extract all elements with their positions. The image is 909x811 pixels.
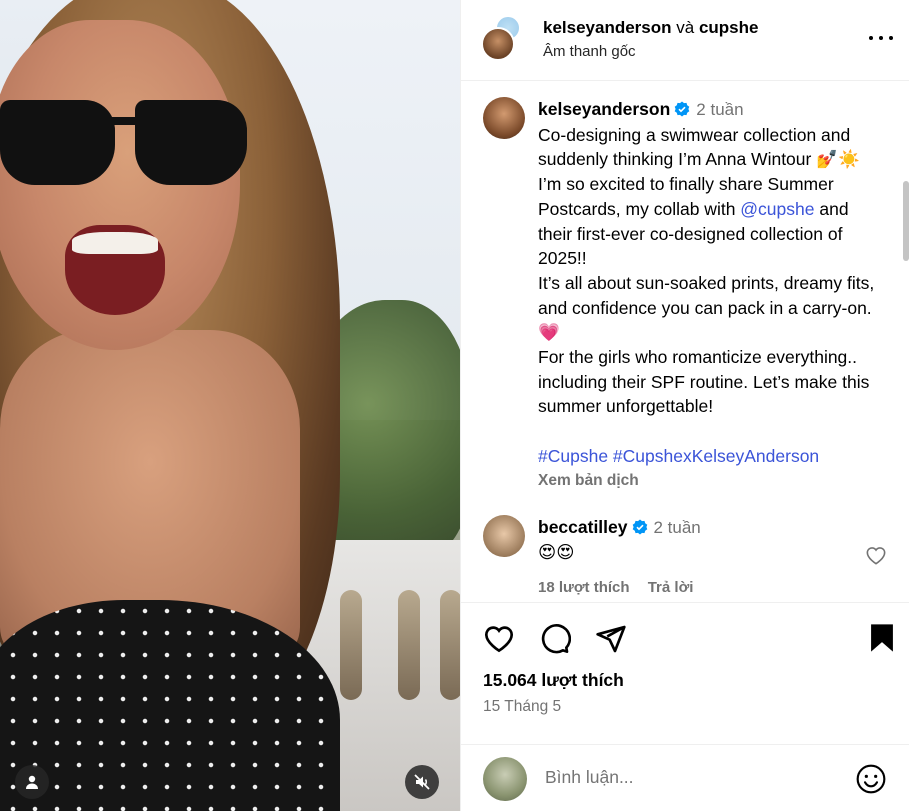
bookmark-icon[interactable] xyxy=(868,623,896,653)
baluster xyxy=(440,590,460,700)
caption-text: Co-designing a swimwear collection and s… xyxy=(538,124,860,269)
more-options-button[interactable] xyxy=(869,28,893,48)
verified-icon xyxy=(632,519,647,535)
comment-composer xyxy=(461,744,909,811)
reply-button[interactable]: Trả lời xyxy=(648,579,694,596)
hashtags-link[interactable]: #Cupshe #CupshexKelseyAnderson xyxy=(538,444,887,469)
caption-username[interactable]: kelseyanderson xyxy=(538,99,670,119)
mute-icon xyxy=(414,774,430,790)
comment-item: beccatilley 2 tuần 😍😍 18 lượt thích Trả l… xyxy=(483,515,887,600)
baluster xyxy=(398,590,420,700)
post-actions: 15.064 lượt thích 15 Tháng 5 xyxy=(461,602,909,744)
caption-time[interactable]: 2 tuần xyxy=(696,100,743,119)
see-translation-link[interactable]: Xem bản dịch xyxy=(538,469,887,494)
heart-icon[interactable] xyxy=(483,623,515,653)
avatar[interactable] xyxy=(483,515,525,557)
avatar xyxy=(483,757,527,801)
comment-username[interactable]: beccatilley xyxy=(538,517,628,537)
post-details-panel: kelseyanderson và cupshe Âm thanh gốc ke… xyxy=(460,0,909,811)
comments-scroll-area[interactable]: kelseyanderson 2 tuần Co-designing a swim… xyxy=(461,81,909,602)
verified-icon xyxy=(674,101,690,117)
comment-time[interactable]: 2 tuần xyxy=(654,518,701,537)
comment-icon[interactable] xyxy=(539,623,571,655)
avatar xyxy=(481,27,515,61)
comment-likes[interactable]: 18 lượt thích xyxy=(538,579,630,596)
avatar[interactable] xyxy=(483,97,525,139)
likes-count[interactable]: 15.064 lượt thích xyxy=(483,670,624,691)
user-tag-icon xyxy=(26,775,38,789)
post-media[interactable] xyxy=(0,0,460,811)
share-icon[interactable] xyxy=(595,623,627,655)
caption-text-3: For the girls who romanticize everything… xyxy=(538,347,870,417)
comment-text: 😍😍 xyxy=(538,542,575,562)
mention-link[interactable]: @cupshe xyxy=(740,199,814,219)
header-username-2[interactable]: cupshe xyxy=(699,18,759,37)
header-title: kelseyanderson và cupshe xyxy=(543,18,758,38)
person-teeth xyxy=(72,232,158,254)
caption-text-2: It’s all about sun-soaked prints, dreamy… xyxy=(538,272,875,343)
scrollbar[interactable] xyxy=(903,181,909,261)
baluster xyxy=(340,590,362,700)
header-conjunction: và xyxy=(676,18,695,37)
audio-label[interactable]: Âm thanh gốc xyxy=(543,43,636,60)
collab-avatars[interactable] xyxy=(481,15,521,63)
comment-input[interactable] xyxy=(545,767,845,788)
user-tag-button[interactable] xyxy=(15,765,49,799)
post-header: kelseyanderson và cupshe Âm thanh gốc xyxy=(461,0,909,81)
header-username-1[interactable]: kelseyanderson xyxy=(543,18,672,37)
more-icon xyxy=(869,36,873,40)
post-date[interactable]: 15 Tháng 5 xyxy=(483,698,561,716)
caption: kelseyanderson 2 tuần Co-designing a swim… xyxy=(483,97,887,493)
mute-button[interactable] xyxy=(405,765,439,799)
heart-icon[interactable] xyxy=(865,545,887,565)
sunglasses xyxy=(0,95,250,190)
emoji-icon[interactable] xyxy=(855,763,887,795)
